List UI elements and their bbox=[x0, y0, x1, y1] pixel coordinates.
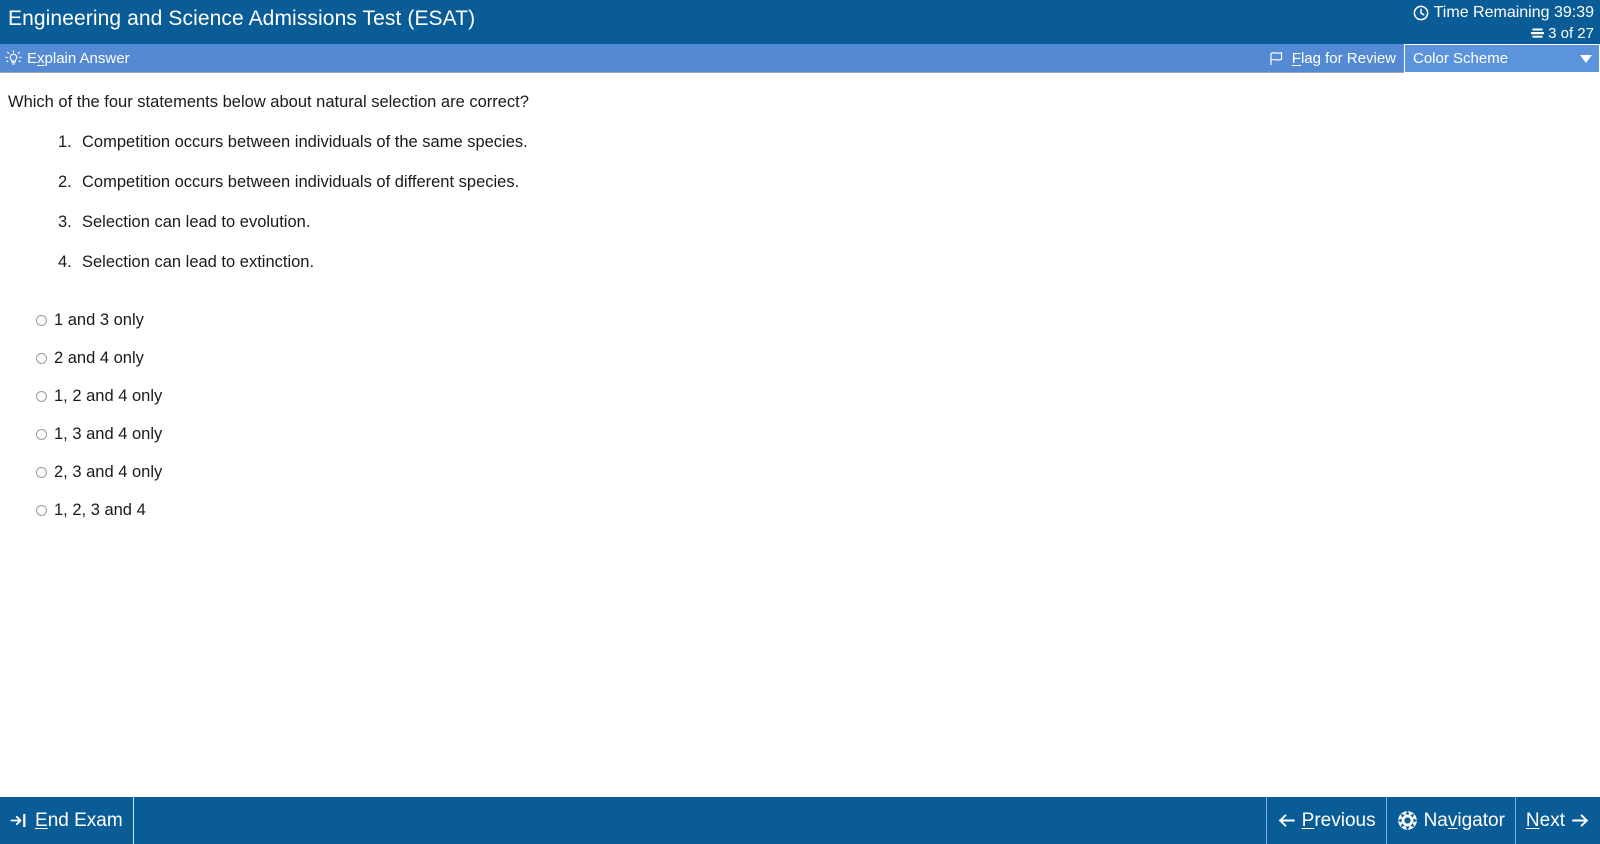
radio-button[interactable] bbox=[36, 390, 47, 402]
exam-window: Engineering and Science Admissions Test … bbox=[0, 0, 1600, 844]
statement-number: 2. bbox=[58, 173, 72, 191]
end-exam-button[interactable]: End Exam bbox=[0, 797, 134, 844]
navigator-button[interactable]: Navigator bbox=[1385, 797, 1515, 844]
radio-button[interactable] bbox=[36, 352, 47, 364]
answer-option-label: 1, 2 and 4 only bbox=[54, 386, 163, 405]
flag-for-review-button[interactable]: Flag for Review bbox=[1261, 44, 1404, 73]
statement-item: 2. Competition occurs between individual… bbox=[0, 172, 1600, 192]
statement-item: 3. Selection can lead to evolution. bbox=[0, 212, 1600, 232]
answer-option-label: 1 and 3 only bbox=[54, 310, 144, 329]
arrow-right-icon bbox=[1571, 812, 1590, 829]
statement-list: 1. Competition occurs between individual… bbox=[0, 132, 1600, 272]
answer-option-label: 1, 2, 3 and 4 bbox=[54, 500, 146, 519]
clock-icon bbox=[1413, 5, 1429, 21]
question-counter: 3 of 27 bbox=[1413, 22, 1594, 42]
navigator-label: Navigator bbox=[1423, 809, 1505, 831]
question-content: Which of the four statements below about… bbox=[0, 74, 1600, 797]
answer-options: 1 and 3 only 2 and 4 only 1, 2 and 4 onl… bbox=[0, 310, 1600, 520]
statement-number: 4. bbox=[58, 253, 72, 271]
time-remaining: Time Remaining 39:39 bbox=[1413, 0, 1594, 22]
statement-number: 1. bbox=[58, 133, 72, 151]
arrow-left-icon bbox=[1277, 812, 1296, 829]
answer-option[interactable]: 1, 2 and 4 only bbox=[36, 386, 1600, 406]
statement-number: 3. bbox=[58, 213, 72, 231]
answer-option[interactable]: 1, 2, 3 and 4 bbox=[36, 500, 1600, 520]
bottom-right-group: Previous Navigator Next bbox=[1265, 797, 1600, 844]
answer-option[interactable]: 1, 3 and 4 only bbox=[36, 424, 1600, 444]
end-exam-label: End Exam bbox=[35, 809, 123, 831]
statement-text: Selection can lead to extinction. bbox=[82, 253, 315, 271]
lightbulb-icon bbox=[5, 49, 22, 67]
exam-title: Engineering and Science Admissions Test … bbox=[8, 7, 476, 30]
radio-button[interactable] bbox=[36, 314, 47, 326]
answer-option[interactable]: 1 and 3 only bbox=[36, 310, 1600, 330]
flag-for-review-label: Flag for Review bbox=[1291, 50, 1396, 67]
next-button[interactable]: Next bbox=[1514, 797, 1600, 844]
statement-item: 1. Competition occurs between individual… bbox=[0, 132, 1600, 152]
answer-option-label: 1, 3 and 4 only bbox=[54, 424, 163, 443]
time-remaining-label: Time Remaining 39:39 bbox=[1433, 4, 1594, 21]
answer-option[interactable]: 2 and 4 only bbox=[36, 348, 1600, 368]
flag-icon bbox=[1267, 50, 1286, 67]
previous-button[interactable]: Previous bbox=[1265, 797, 1386, 844]
title-bar-status: Time Remaining 39:39 3 of 27 bbox=[1413, 0, 1594, 42]
explain-answer-label: Explain Answer bbox=[27, 49, 130, 67]
radio-button[interactable] bbox=[36, 504, 47, 516]
statement-item: 4. Selection can lead to extinction. bbox=[0, 252, 1600, 272]
explain-answer-button[interactable]: Explain Answer bbox=[0, 50, 130, 67]
previous-label: Previous bbox=[1301, 809, 1376, 831]
navigator-icon bbox=[1397, 810, 1418, 831]
color-scheme-select[interactable]: Color Scheme bbox=[1404, 44, 1600, 73]
statement-text: Competition occurs between individuals o… bbox=[82, 173, 520, 191]
toolbar-right-group: Flag for Review Color Scheme bbox=[1261, 44, 1600, 73]
radio-button[interactable] bbox=[36, 466, 47, 478]
bottom-bar: End Exam Previous Navigator Next bbox=[0, 797, 1600, 844]
title-bar: Engineering and Science Admissions Test … bbox=[0, 0, 1600, 44]
statement-text: Selection can lead to evolution. bbox=[82, 213, 311, 231]
answer-option[interactable]: 2, 3 and 4 only bbox=[36, 462, 1600, 482]
exit-icon bbox=[10, 811, 29, 830]
answer-option-label: 2 and 4 only bbox=[54, 348, 144, 367]
statement-text: Competition occurs between individuals o… bbox=[82, 133, 528, 151]
answer-option-label: 2, 3 and 4 only bbox=[54, 462, 163, 481]
tool-bar: Explain Answer Flag for Review Color Sch… bbox=[0, 44, 1600, 73]
color-scheme-value: Color Scheme bbox=[1413, 50, 1509, 67]
question-stem: Which of the four statements below about… bbox=[8, 93, 529, 111]
question-counter-label: 3 of 27 bbox=[1548, 25, 1594, 42]
question-stack-icon bbox=[1530, 27, 1545, 41]
next-label: Next bbox=[1525, 809, 1565, 831]
chevron-down-icon bbox=[1580, 54, 1592, 63]
radio-button[interactable] bbox=[36, 428, 47, 440]
